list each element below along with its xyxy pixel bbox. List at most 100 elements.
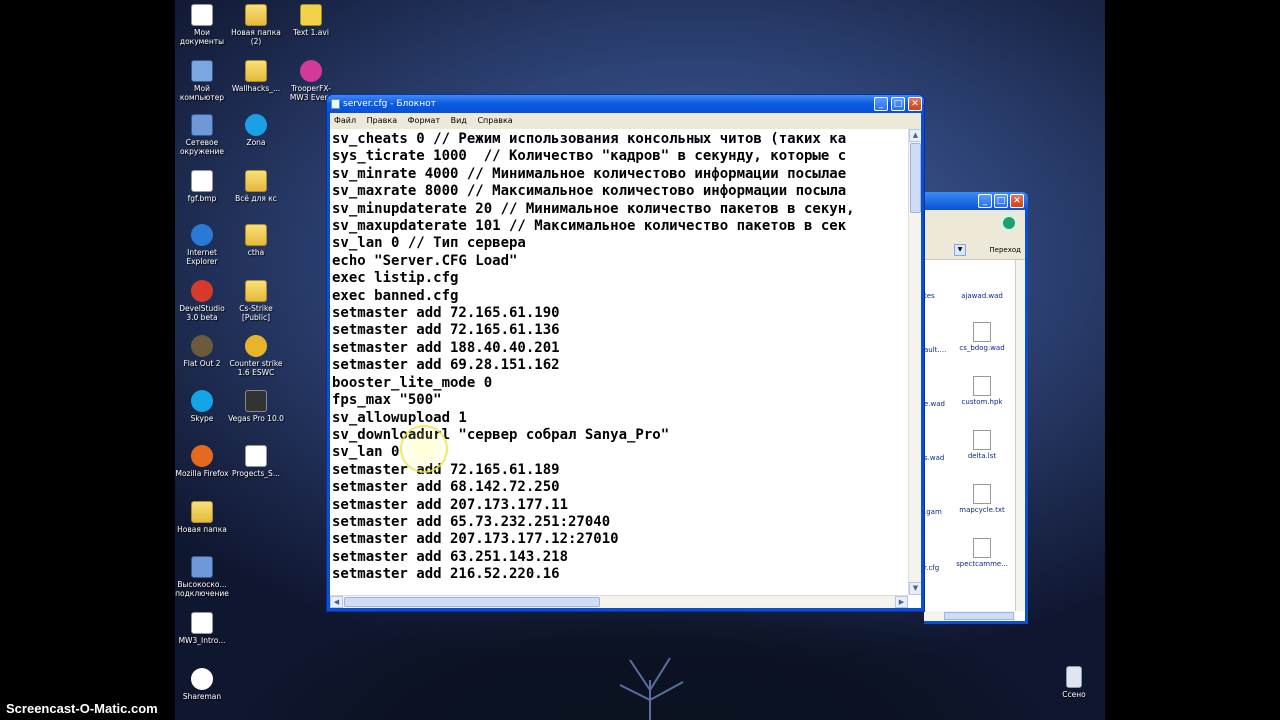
file-label: custom.hpk — [961, 398, 1003, 406]
scroll-down-arrow[interactable]: ▼ — [909, 582, 921, 595]
desktop-icon-label: MW3_Intro... — [178, 636, 226, 645]
desktop-icon-fgf-bmp[interactable]: fgf.bmp — [174, 170, 230, 203]
text-line: sv_lan 0 // Тип сервера — [332, 235, 526, 252]
scrollbar-thumb[interactable] — [944, 612, 1014, 620]
file-item[interactable]: mapcycle.txt — [952, 484, 1012, 514]
desktop-icon-vegas[interactable]: Vegas Pro 10.0 — [228, 390, 284, 423]
network-icon — [191, 114, 213, 136]
menu-format[interactable]: Формат — [408, 116, 440, 125]
file-label[interactable]: .gam — [924, 508, 942, 516]
desktop-icon-recycle-bin[interactable]: Ссено — [1046, 666, 1102, 699]
desktop-icon-flatout2[interactable]: Flat Out 2 — [174, 335, 230, 368]
txt-file-icon — [973, 484, 991, 504]
desktop-icon-label: Text 1.avi — [293, 28, 329, 37]
scrollbar-thumb[interactable] — [344, 597, 600, 607]
desktop-icon-label: ctha — [247, 248, 265, 257]
desktop-icon-internet-explorer[interactable]: Internet Explorer — [174, 224, 230, 266]
desktop-icon-zona[interactable]: Zona — [228, 114, 284, 147]
desktop-icon-counter-strike[interactable]: Counter strike 1.6 ESWC — [228, 335, 284, 377]
file-label[interactable]: e.wad — [924, 400, 945, 408]
desktop-icon-label: Высокоско... подключение — [175, 580, 229, 598]
text-line: sv_maxrate 8000 // Максимальное количест… — [332, 183, 847, 200]
close-button[interactable]: ✕ — [908, 97, 922, 111]
explorer-titlebar[interactable]: _ □ ✕ — [924, 192, 1028, 210]
text-line: setmaster add 72.165.61.136 — [332, 322, 560, 339]
desktop-icon-skype[interactable]: Skype — [174, 390, 230, 423]
menu-edit[interactable]: Правка — [367, 116, 397, 125]
go-button[interactable]: Переход — [989, 246, 1021, 254]
desktop-icon-firefox[interactable]: Mozilla Firefox — [174, 445, 230, 478]
desktop-icon-develstudio[interactable]: DevelStudio 3.0 beta — [174, 280, 230, 322]
desktop-icon-new-folder[interactable]: Новая папка — [174, 501, 230, 534]
desktop-icon-all-for-cs[interactable]: Всё для кс — [228, 170, 284, 203]
scroll-left-arrow[interactable]: ◀ — [330, 596, 343, 608]
desktop-icon-label: fgf.bmp — [187, 194, 217, 203]
minimize-button[interactable]: _ — [978, 194, 992, 208]
scroll-right-arrow[interactable]: ▶ — [895, 596, 908, 608]
desktop-icon-label: Wallhacks_... — [231, 84, 281, 93]
desktop-icon-text-avi[interactable]: Text 1.avi — [283, 4, 339, 37]
notepad-window[interactable]: server.cfg - Блокнот _ □ ✕ Файл Правка Ф… — [326, 94, 925, 612]
scrollbar-thumb[interactable] — [910, 143, 921, 213]
text-line: sv_minupdaterate 20 // Минимальное колич… — [332, 200, 855, 217]
close-button[interactable]: ✕ — [1010, 194, 1024, 208]
maximize-button[interactable]: □ — [891, 97, 905, 111]
desktop-icon-label: Shareman — [182, 692, 222, 701]
horizontal-scrollbar[interactable]: ◀ ▶ — [330, 595, 908, 608]
documents-icon — [191, 4, 213, 26]
desktop-icon-my-computer[interactable]: Мой компьютер — [174, 60, 230, 102]
folder-icon — [245, 224, 267, 246]
folder-icon — [245, 4, 267, 26]
desktop-icon-mw3-intro[interactable]: MW3_Intro... — [174, 612, 230, 645]
file-icon — [245, 445, 267, 467]
menu-bar: Файл Правка Формат Вид Справка — [330, 113, 921, 129]
file-item[interactable]: spectcamme... — [952, 538, 1012, 568]
menu-file[interactable]: Файл — [334, 116, 356, 125]
file-label[interactable]: tes — [924, 292, 935, 300]
file-label[interactable]: r.cfg — [924, 564, 939, 572]
firefox-icon — [191, 445, 213, 467]
explorer-vertical-scrollbar[interactable] — [1015, 260, 1025, 611]
text-line: exec listip.cfg — [332, 270, 459, 287]
vertical-scrollbar[interactable]: ▲ ▼ — [908, 129, 921, 595]
file-item[interactable]: cs_bdog.wad — [952, 322, 1012, 352]
text-line: setmaster add 69.28.151.162 — [332, 357, 560, 374]
file-item[interactable]: ajawad.wad — [952, 292, 1012, 300]
desktop-icon-network[interactable]: Сетевое окружение — [174, 114, 230, 156]
notepad-titlebar[interactable]: server.cfg - Блокнот _ □ ✕ — [327, 95, 924, 113]
text-line: setmaster add 188.40.40.201 — [332, 339, 560, 356]
desktop-icon-my-documents[interactable]: Мои документы — [174, 4, 230, 46]
desktop-icon-new-folder-2[interactable]: Новая папка (2) — [228, 4, 284, 46]
desktop-icon-highspeed-connection[interactable]: Высокоско... подключение — [174, 556, 230, 598]
desktop-icon-progects[interactable]: Progects_S... — [228, 445, 284, 478]
text-line: sv_cheats 0 // Режим использования консо… — [332, 131, 847, 147]
file-label[interactable]: s.wad — [924, 454, 944, 462]
minimize-button[interactable]: _ — [874, 97, 888, 111]
desktop-icon-cs-strike[interactable]: Cs-Strike [Public] — [228, 280, 284, 322]
explorer-window[interactable]: _ □ ✕ ▼ Переход tes ault.... e.wad s.wad… — [924, 192, 1028, 624]
file-label[interactable]: ault.... — [924, 346, 946, 354]
desktop-icon-label: Mozilla Firefox — [175, 469, 229, 478]
desktop-icon-label: Flat Out 2 — [183, 359, 221, 368]
explorer-horizontal-scrollbar[interactable] — [924, 611, 1015, 621]
vegas-icon — [245, 390, 267, 412]
file-item[interactable]: custom.hpk — [952, 376, 1012, 406]
scroll-up-arrow[interactable]: ▲ — [909, 129, 921, 142]
desktop-icon-wallhacks[interactable]: Wallhacks_... — [228, 60, 284, 93]
file-item[interactable]: delta.lst — [952, 430, 1012, 460]
text-line: sys_ticrate 1000 // Количество "кадров" … — [332, 148, 847, 165]
zona-icon — [245, 114, 267, 136]
computer-icon — [191, 60, 213, 82]
editor-text[interactable]: sv_cheats 0 // Режим использования консо… — [332, 131, 917, 599]
hpk-file-icon — [973, 376, 991, 396]
explorer-refresh-icon[interactable] — [1000, 214, 1018, 232]
address-dropdown-button[interactable]: ▼ — [954, 244, 966, 256]
menu-view[interactable]: Вид — [451, 116, 467, 125]
desktop-icon-label: Новая папка — [177, 525, 227, 534]
desktop-icon-ctha[interactable]: ctha — [228, 224, 284, 257]
maximize-button[interactable]: □ — [994, 194, 1008, 208]
text-editor[interactable]: sv_cheats 0 // Режим использования консо… — [330, 129, 921, 608]
menu-help[interactable]: Справка — [477, 116, 512, 125]
text-line: booster_lite_mode 0 — [332, 374, 493, 391]
desktop-icon-shareman[interactable]: Shareman — [174, 668, 230, 701]
